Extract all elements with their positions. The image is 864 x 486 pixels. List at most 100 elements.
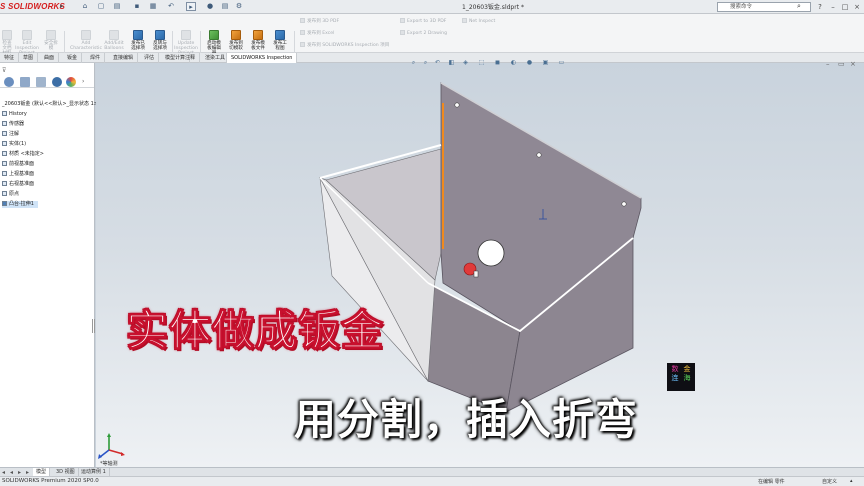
tab-surfaces[interactable]: 曲面 — [40, 53, 60, 63]
inspect-icon — [2, 30, 12, 40]
edit-project-icon — [22, 30, 32, 40]
tab-evaluate[interactable]: 评估 — [140, 53, 160, 63]
tree-item-origin[interactable]: 原点 — [2, 191, 19, 198]
tree-label: _20603钣金 (默认<<默认>_显示状态 1>) — [2, 101, 100, 107]
status-bar: SOLIDWORKS Premium 2020 SP0.0 在编辑 零件 自定义… — [0, 476, 864, 486]
config-manager-icon[interactable] — [36, 77, 46, 87]
tree-label: 上视基准面 — [9, 171, 35, 177]
publish-excel-item[interactable]: 发布到 Excel — [300, 30, 334, 36]
publish-inspection-project-item[interactable]: 发布到 SOLIDWORKS Inspection 项目 — [300, 42, 389, 48]
publish-drawing-button[interactable]: 发布工 程图 — [267, 30, 293, 51]
stamp-char: 海 — [683, 374, 691, 382]
origin-icon — [2, 191, 7, 196]
export-3dpdf-item[interactable]: Export to 3D PDF — [400, 18, 446, 24]
channel-stamp: 数金 连海 — [667, 363, 695, 391]
annotation-icon — [2, 131, 7, 136]
tree-item-history[interactable]: History — [2, 111, 27, 118]
panel-resize-handle[interactable] — [92, 319, 95, 333]
add-edit-balloons-button[interactable]: Add/Edit Balloons — [101, 30, 127, 51]
item-label: Net Inspect — [469, 19, 496, 24]
tree-item-top-plane[interactable]: 上视基准面 — [2, 171, 34, 178]
status-version: SOLIDWORKS Premium 2020 SP0.0 — [2, 478, 99, 484]
tree-label: 右视基准面 — [9, 181, 35, 187]
safe-unlock-button[interactable]: 安全拆模 — [38, 30, 64, 51]
tree-label: 前视基准面 — [9, 161, 35, 167]
status-expand-icon[interactable]: ▴ — [850, 478, 853, 484]
publish-3dpdf-item[interactable]: 发布到 3D PDF — [300, 18, 339, 24]
minimize-icon[interactable]: – — [828, 2, 838, 12]
tab-prev-icon[interactable]: ◂ — [10, 469, 13, 476]
tab-sketch[interactable]: 草图 — [19, 53, 39, 63]
reverse-selected-button[interactable]: 反转与 选择项 — [147, 30, 173, 51]
caption-subtitle: 用分割，插入折弯 — [294, 395, 639, 444]
sensor-icon — [2, 121, 7, 126]
menu-arrow-icon[interactable]: ▸ — [60, 2, 64, 10]
tab-solidworks-inspection[interactable]: SOLIDWORKS Inspection — [226, 53, 298, 63]
help-icon[interactable]: ? — [815, 2, 825, 12]
tab-weldments[interactable]: 焊件 — [86, 53, 106, 63]
tree-root[interactable]: _20603钣金 (默认<<默认>_显示状态 1>) — [2, 101, 100, 108]
tree-label: History — [9, 111, 27, 117]
restore-icon[interactable]: □ — [840, 2, 850, 12]
options-icon[interactable]: ⚙ — [234, 2, 244, 11]
item-label: 发布到 SOLIDWORKS Inspection 项目 — [307, 43, 390, 48]
rebuild-icon[interactable]: ● — [205, 2, 215, 11]
tree-label: 传感器 — [9, 121, 25, 127]
reverse-icon — [155, 30, 165, 40]
stamp-char: 连 — [671, 374, 679, 382]
tree-label: 实体(1) — [9, 141, 27, 147]
select-icon[interactable]: ▸ — [186, 2, 196, 11]
dimxpert-icon[interactable] — [52, 77, 62, 87]
undo-icon[interactable]: ↶ — [166, 2, 176, 11]
publish-cam-icon — [231, 30, 241, 40]
tree-item-front-plane[interactable]: 前视基准面 — [2, 161, 34, 168]
template-editor-icon — [209, 30, 219, 40]
item-label: 发布到 3D PDF — [307, 19, 340, 24]
tree-item-annotations[interactable]: 注解 — [2, 131, 19, 138]
tab-annotations[interactable]: 注释 — [181, 53, 201, 63]
print-icon[interactable]: ▦ — [148, 2, 158, 11]
tree-item-sensors[interactable]: 传感器 — [2, 121, 24, 128]
add-characteristic-button[interactable]: Add Characteristic — [70, 30, 102, 51]
search-icon[interactable]: ⌕ — [797, 2, 801, 11]
property-manager-icon[interactable] — [20, 77, 30, 87]
tree-item-solid-bodies[interactable]: 实体(1) — [2, 141, 26, 148]
tab-first-icon[interactable]: ◂ — [2, 469, 5, 476]
save-icon[interactable]: ▪ — [132, 2, 142, 11]
appearance-icon[interactable] — [66, 77, 76, 87]
close-icon[interactable]: × — [852, 2, 862, 12]
new-icon[interactable]: ▢ — [96, 2, 106, 11]
document-title: 1_20603钣金.sldprt * — [462, 4, 524, 11]
status-editing: 在编辑 零件 — [758, 479, 785, 485]
export-drawing-item[interactable]: Export 2 Drawing — [400, 30, 447, 36]
stamp-char: 金 — [683, 365, 691, 373]
status-units[interactable]: 自定义 — [822, 478, 837, 485]
filter-icon[interactable]: ⊽ — [2, 67, 6, 74]
button-label: 发布模 板文件 — [251, 41, 265, 51]
feature-tree-icon[interactable] — [4, 77, 14, 87]
feature-manager-tabs: › — [0, 75, 94, 88]
material-icon — [2, 151, 7, 156]
file-props-icon[interactable]: ▤ — [220, 2, 230, 11]
tab-features[interactable]: 特征 — [0, 53, 20, 63]
caption-title: 实体做成钣金 — [125, 306, 385, 356]
tree-item-boss-extrude[interactable]: 凸台-拉伸1 — [2, 201, 38, 208]
title-bar: S SOLIDWORKS ▸ ⌂ ▢ ▤ ▪ ▦ ↶ ▸ ● ▤ ⚙ 1_206… — [0, 0, 864, 14]
characteristic-icon — [81, 30, 91, 40]
item-label: Export 2 Drawing — [407, 31, 447, 36]
tab-next-icon[interactable]: ▸ — [18, 469, 21, 476]
publish-template-icon — [253, 30, 263, 40]
tab-sheet-metal[interactable]: 钣金 — [63, 53, 83, 63]
open-icon[interactable]: ▤ — [112, 2, 122, 11]
solidworks-logo[interactable]: S SOLIDWORKS — [0, 2, 65, 11]
export-pdf-icon — [400, 18, 405, 23]
panel-more-icon[interactable]: › — [82, 78, 84, 85]
net-inspect-item[interactable]: Net Inspect — [462, 18, 495, 24]
home-icon[interactable]: ⌂ — [80, 2, 90, 11]
plane-icon — [2, 161, 7, 166]
tab-last-icon[interactable]: ▸ — [26, 469, 29, 476]
tree-item-material[interactable]: 材质 <未指定> — [2, 151, 44, 158]
tab-direct-editing[interactable]: 直接编辑 — [109, 53, 139, 63]
tree-item-right-plane[interactable]: 右视基准面 — [2, 181, 34, 188]
history-icon — [2, 111, 7, 116]
